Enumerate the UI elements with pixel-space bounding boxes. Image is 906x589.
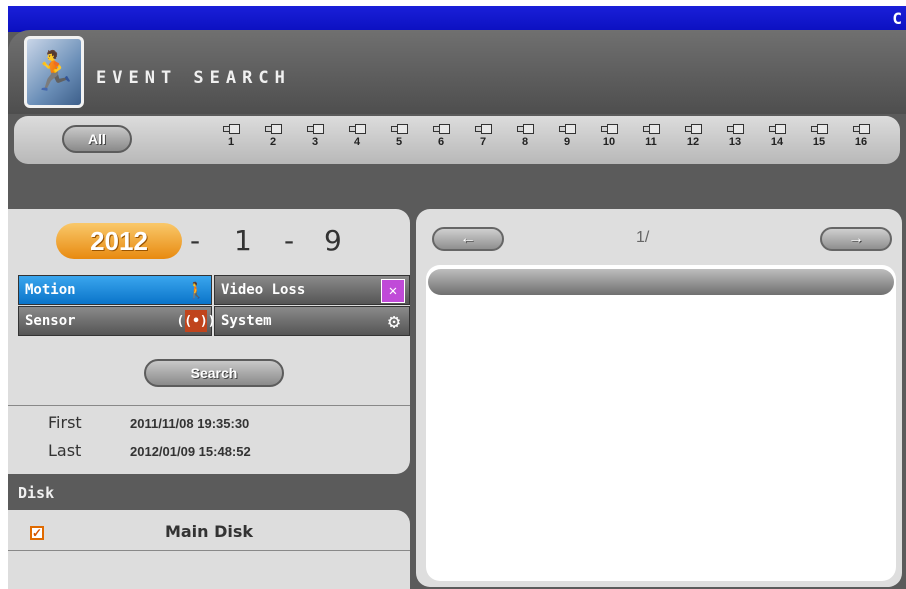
event-list-header	[428, 269, 894, 295]
camera-icon	[768, 124, 786, 135]
camera-icon	[558, 124, 576, 135]
sensor-filter-button[interactable]: Sensor ((•))	[18, 306, 216, 336]
all-channels-button[interactable]: All	[62, 125, 132, 153]
channel-number: 15	[812, 136, 826, 148]
channel-bar: All 1 2 3 4 5 6 7 8 9 10 11 12 13 14 15 16	[14, 116, 900, 164]
divider	[8, 405, 410, 406]
channel-number: 12	[686, 136, 700, 148]
corner-text: C	[892, 9, 902, 28]
last-record-time: 2012/01/09 15:48:52	[130, 444, 251, 459]
camera-icon	[264, 124, 282, 135]
channel-toggle-6[interactable]: 6	[420, 120, 462, 160]
page-title: EVENT SEARCH	[96, 68, 291, 88]
channel-list: 1 2 3 4 5 6 7 8 9 10 11 12 13 14 15 16	[210, 120, 882, 160]
header: 🏃 EVENT SEARCH	[8, 30, 906, 114]
channel-toggle-15[interactable]: 15	[798, 120, 840, 160]
video-loss-filter-button[interactable]: Video Loss ✕	[214, 275, 410, 305]
camera-icon	[516, 124, 534, 135]
channel-toggle-8[interactable]: 8	[504, 120, 546, 160]
channel-number: 6	[437, 136, 445, 148]
channel-toggle-2[interactable]: 2	[252, 120, 294, 160]
gear-icon: ⚙	[387, 309, 401, 333]
channel-number: 10	[602, 136, 616, 148]
camera-icon	[810, 124, 828, 135]
camera-icon	[684, 124, 702, 135]
channel-number: 5	[395, 136, 403, 148]
channel-toggle-9[interactable]: 9	[546, 120, 588, 160]
prev-page-button[interactable]: ←	[432, 227, 504, 251]
camera-icon	[474, 124, 492, 135]
event-list[interactable]	[426, 265, 896, 581]
date-separator: -	[190, 224, 201, 257]
motion-filter-button[interactable]: Motion 🚶	[18, 275, 212, 305]
channel-number: 13	[728, 136, 742, 148]
channel-toggle-4[interactable]: 4	[336, 120, 378, 160]
channel-number: 14	[770, 136, 784, 148]
running-man-icon: 🚶	[186, 280, 206, 300]
system-filter-button[interactable]: System ⚙	[214, 306, 410, 336]
camera-icon	[222, 124, 240, 135]
channel-number: 2	[269, 136, 277, 148]
next-page-button[interactable]: →	[820, 227, 892, 251]
running-man-icon: 🏃	[24, 36, 84, 108]
channel-toggle-7[interactable]: 7	[462, 120, 504, 160]
day-selector[interactable]: 9	[324, 223, 342, 259]
dvr-screen: C 🏃 EVENT SEARCH All 1 2 3 4 5 6 7 8 9 10 11 12 13 14…	[8, 6, 906, 589]
title-bar: C	[8, 6, 906, 32]
disk-section-label: Disk	[18, 484, 55, 502]
channel-toggle-16[interactable]: 16	[840, 120, 882, 160]
channel-number: 8	[521, 136, 529, 148]
channel-number: 1	[227, 136, 235, 148]
channel-toggle-13[interactable]: 13	[714, 120, 756, 160]
channel-number: 9	[563, 136, 571, 148]
camera-icon	[600, 124, 618, 135]
last-label: Last	[48, 441, 82, 460]
channel-toggle-14[interactable]: 14	[756, 120, 798, 160]
camera-icon	[390, 124, 408, 135]
date-separator: -	[284, 224, 295, 257]
camera-icon	[306, 124, 324, 135]
system-label: System	[221, 313, 272, 329]
year-selector[interactable]: 2012	[56, 223, 182, 259]
channel-toggle-3[interactable]: 3	[294, 120, 336, 160]
channel-toggle-12[interactable]: 12	[672, 120, 714, 160]
channel-number: 3	[311, 136, 319, 148]
camera-icon	[852, 124, 870, 135]
sensor-signal-icon: ((•))	[176, 310, 216, 332]
disk-panel: ✓ Main Disk	[8, 510, 410, 589]
camera-icon	[348, 124, 366, 135]
channel-number: 7	[479, 136, 487, 148]
sensor-label: Sensor	[25, 313, 76, 329]
camera-icon	[726, 124, 744, 135]
channel-number: 4	[353, 136, 361, 148]
camera-icon	[642, 124, 660, 135]
monitor-x-icon: ✕	[381, 279, 405, 303]
divider	[8, 550, 410, 551]
first-record-time: 2011/11/08 19:35:30	[130, 416, 250, 431]
channel-toggle-5[interactable]: 5	[378, 120, 420, 160]
video-loss-label: Video Loss	[221, 282, 306, 298]
search-options-panel: 2012 - 1 - 9 Motion 🚶 Video Loss ✕ Senso…	[8, 209, 410, 474]
results-panel: ← 1/ →	[416, 209, 902, 587]
main-disk-label: Main Disk	[164, 522, 254, 541]
channel-number: 11	[645, 136, 657, 148]
first-label: First	[48, 413, 82, 432]
channel-number: 16	[854, 136, 868, 148]
motion-label: Motion	[25, 282, 76, 298]
month-selector[interactable]: 1	[234, 223, 252, 259]
channel-toggle-10[interactable]: 10	[588, 120, 630, 160]
channel-toggle-11[interactable]: 11	[630, 120, 672, 160]
search-button[interactable]: Search	[144, 359, 284, 387]
page-indicator: 1/	[636, 229, 650, 246]
camera-icon	[432, 124, 450, 135]
channel-toggle-1[interactable]: 1	[210, 120, 252, 160]
